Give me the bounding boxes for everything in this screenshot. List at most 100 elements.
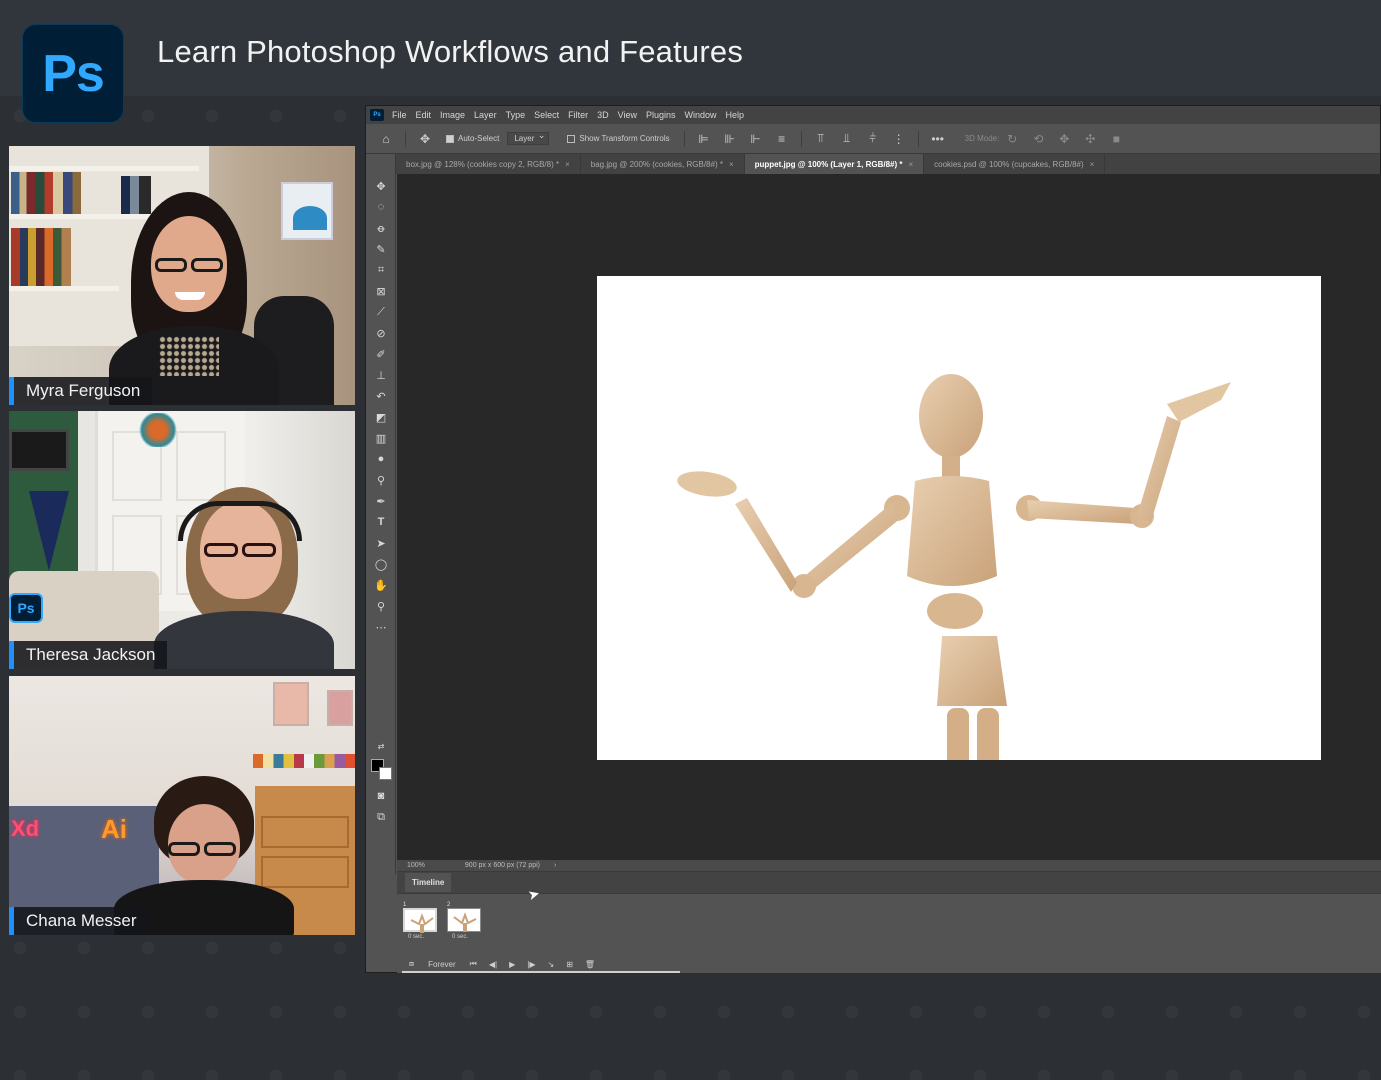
quick-mask-icon[interactable]: ◙ (373, 788, 389, 804)
brush-tool-icon[interactable]: ✐ (373, 346, 389, 362)
dodge-tool-icon[interactable]: ⚲ (373, 472, 389, 488)
timeline-frame[interactable]: 2 0 sec. (444, 902, 484, 942)
tween-icon[interactable]: ↘ (547, 960, 554, 969)
align-left-icon[interactable]: ⊫ (698, 132, 710, 146)
menu-bar: Ps File Edit Image Layer Type Select Fil… (366, 106, 1380, 124)
tab-puppet-jpg[interactable]: puppet.jpg @ 100% (Layer 1, RGB/8#) * × (744, 154, 925, 174)
tab-cookies-psd[interactable]: cookies.psd @ 100% (cupcakes, RGB/8#) × (924, 154, 1106, 174)
hand-tool-icon[interactable]: ✋ (373, 577, 389, 593)
quick-select-tool-icon[interactable]: ✎ (373, 241, 389, 257)
align-bottom-icon[interactable]: ⫩ (867, 131, 879, 145)
move-tool-icon[interactable]: ✥ (419, 132, 431, 146)
menu-3d[interactable]: 3D (597, 110, 609, 120)
frame-tool-icon[interactable]: ⊠ (373, 283, 389, 299)
menu-select[interactable]: Select (534, 110, 559, 120)
tab-bag-jpg[interactable]: bag.jpg @ 200% (cookies, RGB/8#) * × (580, 154, 745, 174)
lasso-tool-icon[interactable]: ꝋ (373, 220, 389, 236)
marquee-tool-icon[interactable]: ◌ (373, 199, 389, 215)
close-icon[interactable]: × (565, 160, 570, 169)
3d-slide-icon[interactable]: ✣ (1084, 132, 1096, 146)
history-brush-icon[interactable]: ↶ (373, 388, 389, 404)
background-color[interactable] (379, 767, 392, 780)
play-icon[interactable]: ▶ (509, 960, 515, 969)
menu-file[interactable]: File (392, 110, 407, 120)
menu-layer[interactable]: Layer (474, 110, 497, 120)
screen-mode-icon[interactable]: ⧉ (373, 809, 389, 825)
convert-timeline-icon[interactable]: ⧈ (409, 959, 414, 969)
progress-indicator (402, 971, 680, 973)
align-center-icon[interactable]: ⊪ (724, 132, 736, 146)
align-top-icon[interactable]: ⫪ (815, 131, 827, 145)
first-frame-icon[interactable]: ⏮ (470, 959, 477, 969)
swap-colors-icon[interactable]: ⇄ (373, 738, 389, 754)
auto-select-checkbox[interactable]: Auto-Select (446, 134, 499, 143)
canvas-area[interactable] (397, 174, 1381, 860)
eraser-tool-icon[interactable]: ◩ (373, 409, 389, 425)
zoom-tool-icon[interactable]: ⚲ (373, 598, 389, 614)
timeline-header: Timeline (397, 872, 1381, 894)
move-tool-icon[interactable]: ✥ (373, 178, 389, 194)
duplicate-frame-icon[interactable]: ⊞ (566, 960, 573, 969)
chevron-right-icon[interactable]: › (554, 862, 556, 869)
distribute-icon[interactable]: ≡ (776, 132, 788, 146)
healing-brush-icon[interactable]: ⊘ (373, 325, 389, 341)
align-right-icon[interactable]: ⊩ (750, 132, 762, 146)
3d-scale-icon[interactable]: ■ (1110, 132, 1122, 146)
menu-edit[interactable]: Edit (416, 110, 432, 120)
gradient-tool-icon[interactable]: ▥ (373, 430, 389, 446)
shape-tool-icon[interactable]: ◯ (373, 556, 389, 572)
checkbox-unchecked (567, 134, 576, 143)
frame-delay[interactable]: 0 sec. (452, 934, 468, 940)
wooden-mannequin-image (677, 374, 1231, 760)
close-icon[interactable]: × (729, 160, 734, 169)
participant-video-myra: Myra Ferguson (9, 146, 355, 405)
3d-pan-icon[interactable]: ✥ (1058, 132, 1070, 146)
ps-app-icon[interactable]: Ps (370, 109, 384, 121)
eyedropper-tool-icon[interactable]: ⟋ (373, 304, 389, 320)
tab-box-jpg[interactable]: box.jpg @ 128% (cookies copy 2, RGB/8) *… (396, 154, 581, 174)
frame-delay[interactable]: 0 sec. (408, 934, 424, 940)
edit-toolbar-icon[interactable]: ⋯ (373, 619, 389, 635)
path-select-icon[interactable]: ➤ (373, 535, 389, 551)
blur-tool-icon[interactable]: ● (373, 451, 389, 467)
show-title: Learn Photoshop Workflows and Features (157, 34, 744, 69)
tab-label: bag.jpg @ 200% (cookies, RGB/8#) * (590, 159, 723, 169)
menu-window[interactable]: Window (685, 110, 717, 120)
type-tool-icon[interactable]: T (373, 514, 389, 530)
zoom-level[interactable]: 100% (407, 862, 425, 869)
auto-select-label: Auto-Select (458, 134, 500, 143)
next-frame-icon[interactable]: |▶ (527, 960, 535, 969)
auto-select-dropdown[interactable]: Layer (507, 130, 550, 145)
participant-video-chana: Xd Ai Chana Messer (9, 676, 355, 935)
document-tabs: box.jpg @ 128% (cookies copy 2, RGB/8) *… (396, 154, 1380, 174)
menu-help[interactable]: Help (726, 110, 745, 120)
3d-roll-icon[interactable]: ⟲ (1032, 132, 1044, 146)
crop-tool-icon[interactable]: ⌗ (373, 262, 389, 278)
clone-stamp-icon[interactable]: ⊥ (373, 367, 389, 383)
loop-dropdown[interactable]: Forever (428, 960, 466, 969)
participant-name-tag: Myra Ferguson (9, 377, 153, 405)
menu-image[interactable]: Image (440, 110, 465, 120)
distribute-vertical-icon[interactable]: ⋮ (893, 132, 905, 146)
3d-orbit-icon[interactable]: ↻ (1006, 132, 1018, 146)
pen-tool-icon[interactable]: ✒ (373, 493, 389, 509)
document-info[interactable]: 900 px x 600 px (72 ppi) (465, 862, 540, 869)
previous-frame-icon[interactable]: ◀| (489, 960, 497, 969)
menu-plugins[interactable]: Plugins (646, 110, 676, 120)
menu-filter[interactable]: Filter (568, 110, 588, 120)
participant-name: Theresa Jackson (26, 645, 156, 664)
timeline-frame[interactable]: 1 0 sec. (400, 902, 440, 942)
close-icon[interactable]: × (908, 160, 913, 169)
show-transform-checkbox[interactable]: Show Transform Controls (567, 134, 670, 143)
more-options-icon[interactable]: ••• (931, 132, 944, 146)
menu-type[interactable]: Type (506, 110, 526, 120)
color-swatches[interactable] (371, 759, 393, 781)
home-icon[interactable]: ⌂ (380, 132, 392, 146)
close-icon[interactable]: × (1090, 160, 1095, 169)
align-middle-icon[interactable]: ⫫ (841, 131, 853, 145)
person-myra (99, 186, 299, 405)
menu-view[interactable]: View (618, 110, 637, 120)
delete-frame-icon[interactable]: 🗑 (585, 960, 595, 969)
document-canvas[interactable] (597, 276, 1321, 760)
timeline-tab[interactable]: Timeline (405, 873, 452, 892)
